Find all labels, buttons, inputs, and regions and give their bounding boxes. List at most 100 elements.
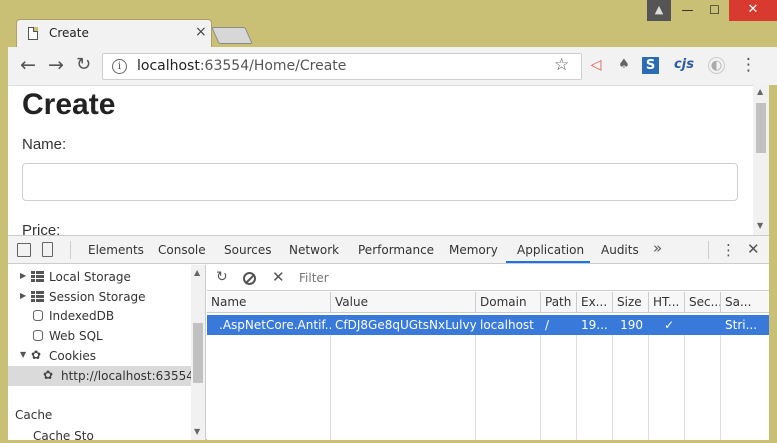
sidebar-item-label: Cookies xyxy=(49,349,96,363)
url-path: :63554/Home/Create xyxy=(199,58,347,74)
extension-spade-icon[interactable]: ♠ xyxy=(614,55,634,75)
column-header-domain[interactable]: Domain xyxy=(476,292,541,313)
page-viewport: Create Name: Price: xyxy=(8,85,769,235)
tab-network[interactable]: Network xyxy=(289,243,339,257)
column-header-path[interactable]: Path xyxy=(541,292,577,313)
extension-cjs-icon[interactable]: cjs xyxy=(674,55,694,75)
column-header-secure[interactable]: Sec... xyxy=(685,292,721,313)
cell-path[interactable]: / xyxy=(541,315,577,335)
devtools-close-icon[interactable]: ✕ xyxy=(747,240,760,258)
column-header-size[interactable]: Size xyxy=(613,292,649,313)
address-bar[interactable]: i localhost:63554/Home/Create ☆ xyxy=(102,53,582,80)
sidebar-scrollbar[interactable]: ▲ ▼ xyxy=(191,265,205,440)
minimize-button[interactable]: — xyxy=(674,0,701,21)
collapse-arrow-icon[interactable]: ▼ xyxy=(20,350,26,359)
sidebar-item-local-storage[interactable]: ▶ Local Storage xyxy=(8,267,191,287)
extension-circle-icon[interactable]: ◐ xyxy=(708,57,725,74)
sidebar-item-cache-storage[interactable]: Cache Sto xyxy=(33,429,94,440)
cell-expires[interactable]: 19... xyxy=(577,315,613,335)
reload-icon[interactable]: ↻ xyxy=(76,55,91,75)
sidebar-item-web-sql[interactable]: Web SQL xyxy=(8,326,191,346)
column-divider xyxy=(330,335,331,440)
column-divider xyxy=(720,335,721,440)
tab-elements[interactable]: Elements xyxy=(88,243,144,257)
sidebar-item-indexeddb[interactable]: IndexedDB xyxy=(8,306,191,326)
browser-menu-icon[interactable]: ⋮ xyxy=(740,55,757,75)
user-icon[interactable]: ▲ xyxy=(647,0,671,21)
refresh-icon[interactable]: ↻ xyxy=(216,269,228,285)
tab-memory[interactable]: Memory xyxy=(449,243,498,257)
tab-performance[interactable]: Performance xyxy=(358,243,434,257)
tab-application[interactable]: Application xyxy=(517,243,584,257)
tab-sources[interactable]: Sources xyxy=(224,243,271,257)
close-window-button[interactable]: ✕ xyxy=(729,0,777,21)
cookies-panel: ↻ ✕ Name Value Domain Path Ex... Size HT… xyxy=(207,265,769,440)
info-icon[interactable]: i xyxy=(112,59,127,74)
name-input[interactable] xyxy=(22,163,738,201)
sidebar-item-localhost-cookies[interactable]: ✿ http://localhost:63554 xyxy=(8,366,194,386)
divider xyxy=(708,241,709,259)
bookmark-star-icon[interactable]: ☆ xyxy=(554,55,569,75)
inspect-element-icon[interactable] xyxy=(17,243,31,257)
sidebar-item-label: IndexedDB xyxy=(49,309,115,323)
page-scroll-thumb[interactable] xyxy=(756,103,766,153)
cell-size[interactable]: 190 xyxy=(613,315,649,335)
devtools-panel: Elements Console Sources Network Perform… xyxy=(8,235,769,440)
filter-input[interactable] xyxy=(299,271,499,285)
devtools-menu-icon[interactable]: ⋮ xyxy=(721,241,736,259)
grid-icon xyxy=(31,271,44,282)
forward-arrow-icon[interactable]: → xyxy=(48,55,64,75)
column-header-expires[interactable]: Ex... xyxy=(577,292,613,313)
database-icon xyxy=(33,310,43,321)
cookie-icon: ✿ xyxy=(43,368,54,382)
extension-s-icon[interactable]: S xyxy=(642,57,659,74)
cell-samesite[interactable]: Stri... xyxy=(721,315,769,335)
url-text[interactable]: localhost:63554/Home/Create xyxy=(137,58,346,74)
expand-arrow-icon[interactable]: ▶ xyxy=(20,271,26,280)
scroll-up-icon[interactable]: ▲ xyxy=(757,87,763,96)
sidebar-item-label: http://localhost:63554 xyxy=(61,369,194,383)
cache-section-heading: Cache xyxy=(15,408,53,422)
page-scrollbar[interactable]: ▲ ▼ xyxy=(753,85,769,235)
cookie-icon: ✿ xyxy=(31,348,42,362)
cell-secure[interactable] xyxy=(685,315,721,335)
column-divider xyxy=(576,335,577,440)
tab-audits[interactable]: Audits xyxy=(601,243,639,257)
scroll-down-icon[interactable]: ▼ xyxy=(757,221,763,230)
new-tab-button[interactable] xyxy=(211,27,253,44)
maximize-button[interactable]: ☐ xyxy=(701,0,728,21)
cookies-filterbar: ↻ ✕ xyxy=(207,265,769,291)
expand-arrow-icon[interactable]: ▶ xyxy=(20,291,26,300)
database-icon xyxy=(33,330,43,341)
document-icon xyxy=(28,27,38,40)
sidebar-item-label: Session Storage xyxy=(49,290,146,304)
price-label: Price: xyxy=(22,222,61,235)
column-header-httponly[interactable]: HT... xyxy=(649,292,685,313)
clear-all-icon[interactable] xyxy=(243,272,256,285)
browser-tab[interactable]: Create × xyxy=(16,19,212,47)
more-tabs-icon[interactable]: » xyxy=(653,239,662,257)
delete-selected-icon[interactable]: ✕ xyxy=(272,268,285,286)
tab-title: Create xyxy=(49,26,89,40)
sidebar-item-cookies[interactable]: ▼ ✿ Cookies xyxy=(8,346,191,366)
name-label: Name: xyxy=(22,136,67,153)
sidebar-scroll-thumb[interactable] xyxy=(193,323,203,383)
sidebar-item-session-storage[interactable]: ▶ Session Storage xyxy=(8,287,191,307)
column-header-value[interactable]: Value xyxy=(331,292,476,313)
scroll-down-icon[interactable]: ▼ xyxy=(194,427,200,436)
tab-close-icon[interactable]: × xyxy=(195,24,207,40)
cell-domain[interactable]: localhost xyxy=(476,315,541,335)
grid-icon xyxy=(31,291,44,302)
divider xyxy=(70,241,71,259)
cell-httponly[interactable]: ✓ xyxy=(649,315,685,335)
column-divider xyxy=(648,335,649,440)
extension-arrow-icon[interactable]: ◁ xyxy=(586,55,606,75)
back-arrow-icon[interactable]: ← xyxy=(20,55,36,75)
scroll-up-icon[interactable]: ▲ xyxy=(194,268,200,277)
device-toolbar-icon[interactable] xyxy=(42,242,53,257)
column-header-samesite[interactable]: Sa... xyxy=(721,292,769,313)
tab-console[interactable]: Console xyxy=(158,243,206,257)
column-header-name[interactable]: Name xyxy=(207,292,331,313)
cell-name[interactable]: .AspNetCore.Antif... xyxy=(215,315,331,335)
cell-value[interactable]: CfDJ8Ge8qUGtsNxLulvy... xyxy=(331,315,476,335)
